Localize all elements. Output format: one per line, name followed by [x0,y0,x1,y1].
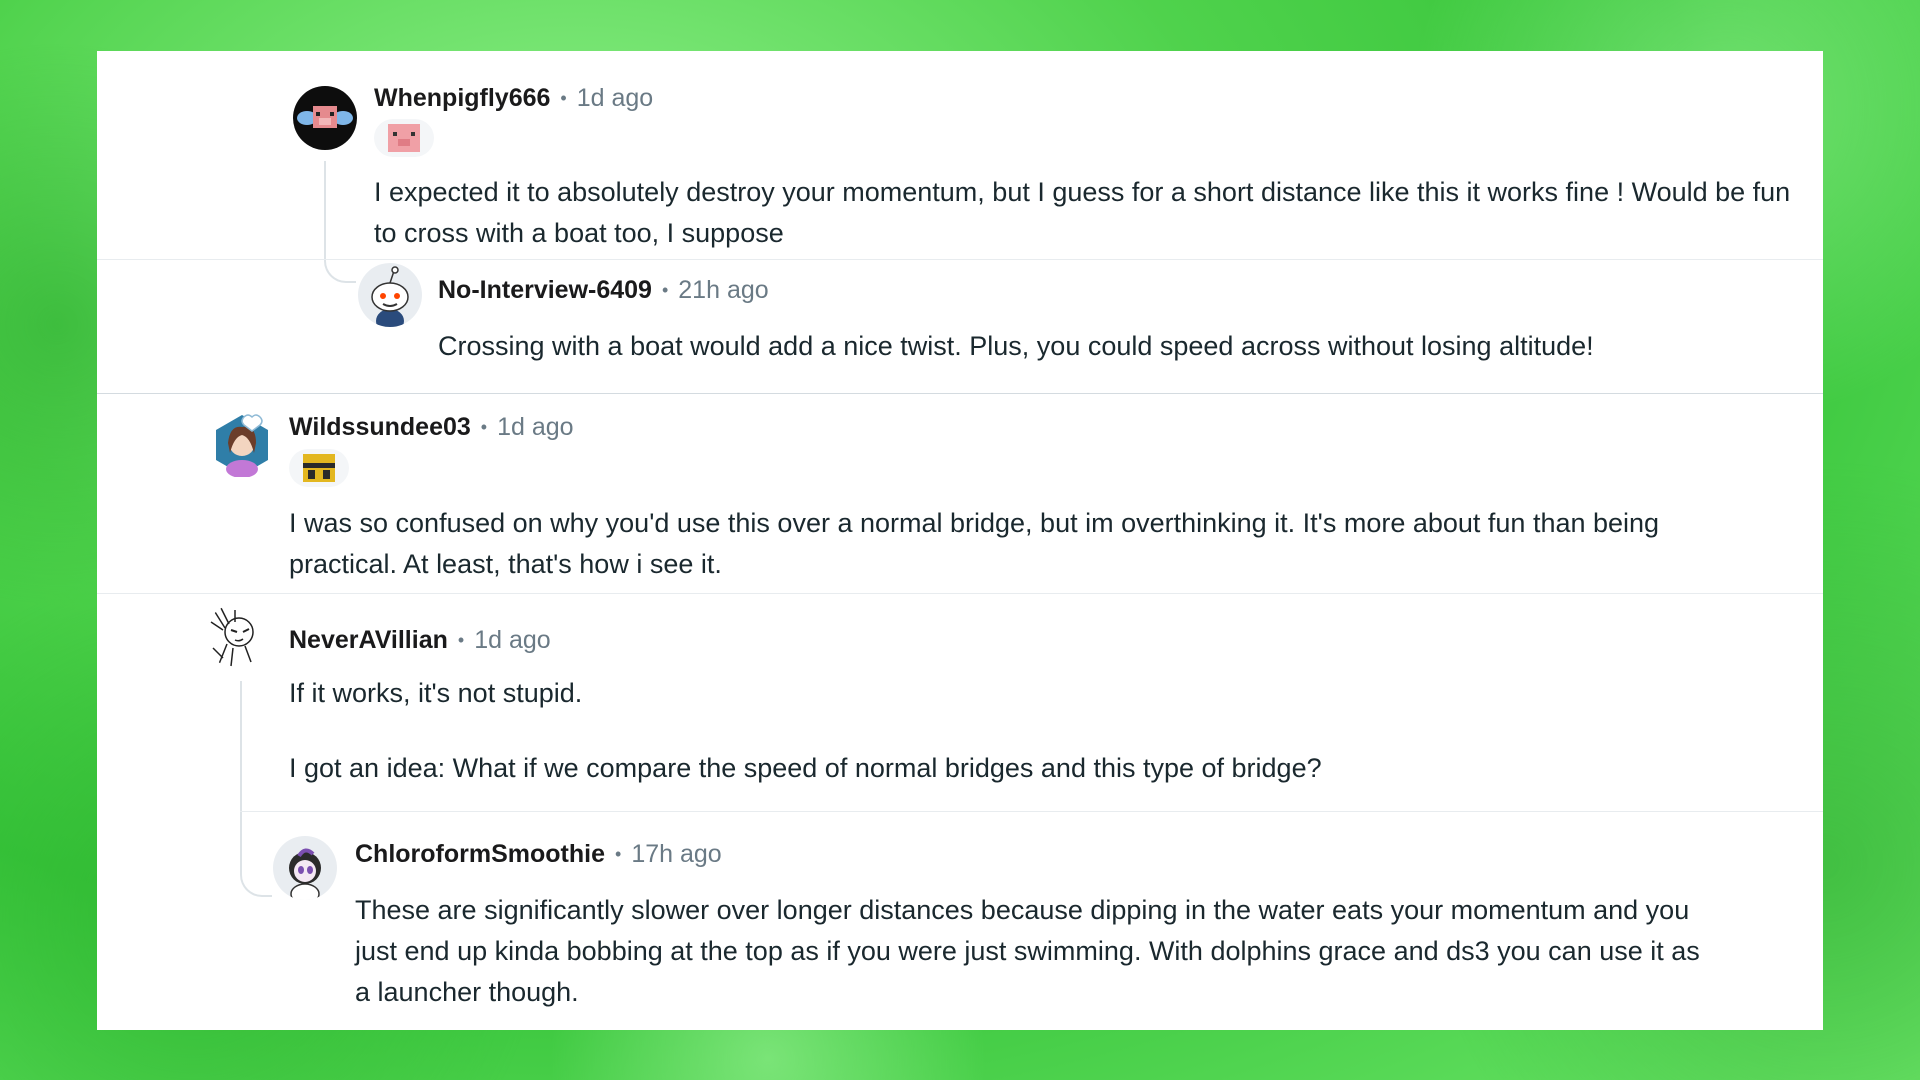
hexagon-girl-avatar[interactable] [210,413,274,477]
comment-body: I expected it to absolutely destroy your… [374,177,1791,248]
comment-chloroformsmoothie: ChloroformSmoothie • 17h ago These are s… [97,812,1823,1030]
comment-body: I was so confused on why you'd use this … [289,508,1660,579]
username[interactable]: Whenpigfly666 [374,84,550,113]
comment-whenpigfly666: Whenpigfly666 • 1d ago I expected it to … [97,51,1823,259]
pig-face-icon [388,124,420,152]
username[interactable]: No-Interview-6409 [438,276,652,305]
timestamp[interactable]: 1d ago [577,84,653,113]
user-flair [374,119,434,157]
timestamp[interactable]: 1d ago [474,626,550,655]
separator-dot: • [661,280,669,300]
user-flair [289,449,349,487]
comment-thread-panel: Whenpigfly666 • 1d ago I expected it to … [97,51,1823,1030]
username[interactable]: NeverAVillian [289,626,448,655]
comment-meta: No-Interview-6409 • 21h ago [438,276,769,305]
comment-body: These are significantly slower over long… [355,895,1700,1007]
comment-body: Crossing with a boat would add a nice tw… [438,331,1594,361]
winged-pig-avatar[interactable] [293,86,357,150]
separator-dot: • [480,417,488,437]
purple-hair-avatar[interactable] [273,836,337,900]
separator-dot: • [457,630,465,650]
comment-meta: Whenpigfly666 • 1d ago [374,84,653,113]
comment-body-paragraph: I got an idea: What if we compare the sp… [289,753,1322,783]
username[interactable]: ChloroformSmoothie [355,840,605,869]
sketch-avatar[interactable] [205,604,269,668]
comment-meta: Wildssundee03 • 1d ago [289,413,574,442]
comment-body-paragraph: If it works, it's not stupid. [289,678,583,708]
bee-face-icon [303,454,335,482]
timestamp[interactable]: 1d ago [497,413,573,442]
timestamp[interactable]: 17h ago [631,840,721,869]
separator-dot: • [560,88,567,108]
comment-meta: NeverAVillian • 1d ago [289,626,551,655]
username[interactable]: Wildssundee03 [289,413,471,442]
snoo-avatar[interactable] [358,263,422,327]
separator-dot: • [615,844,622,864]
timestamp[interactable]: 21h ago [678,276,768,305]
comment-meta: ChloroformSmoothie • 17h ago [355,840,722,869]
